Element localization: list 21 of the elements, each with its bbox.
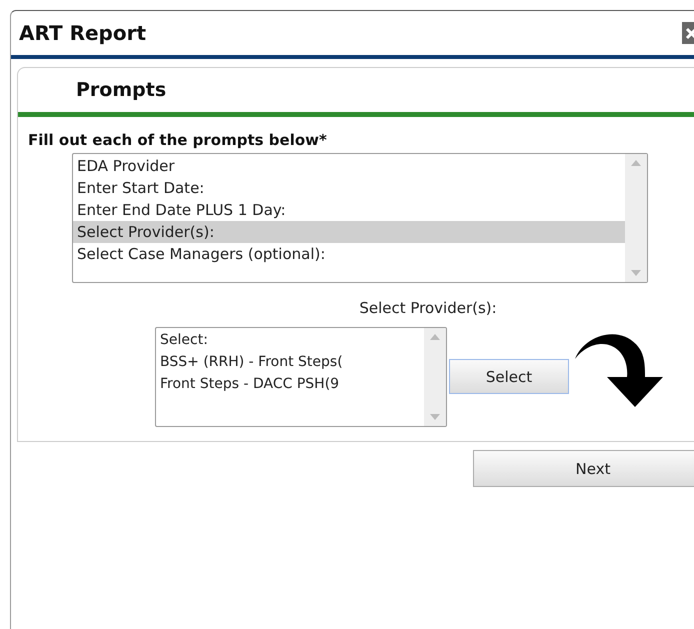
scroll-up-icon[interactable]	[631, 160, 641, 166]
prompt-option[interactable]: Enter End Date PLUS 1 Day:	[73, 199, 625, 221]
provider-option[interactable]: Select:	[156, 329, 424, 351]
instruction-text: Fill out each of the prompts below*	[28, 131, 328, 149]
next-button[interactable]: Next	[473, 450, 694, 487]
scroll-down-icon[interactable]	[631, 270, 641, 276]
provider-option[interactable]: BSS+ (RRH) - Front Steps(	[156, 351, 424, 373]
provider-label: Select Provider(s):	[358, 299, 498, 317]
prompt-option[interactable]: EDA Provider	[73, 155, 625, 177]
scroll-down-icon[interactable]	[430, 414, 440, 420]
prompt-option[interactable]: Select Case Managers (optional):	[73, 243, 625, 265]
prompt-option[interactable]: Select Provider(s):	[73, 221, 625, 243]
select-button[interactable]: Select	[449, 359, 569, 394]
prompts-listbox[interactable]: EDA Provider Enter Start Date: Enter End Date PLUS 1 Day: Select Provider(s): Select Case Managers (optional):	[72, 153, 648, 283]
prompt-option[interactable]: Enter Start Date:	[73, 177, 625, 199]
close-icon[interactable]	[682, 22, 694, 44]
window-title: ART Report	[19, 21, 146, 45]
panel-title: Prompts	[76, 79, 166, 101]
scroll-up-icon[interactable]	[430, 334, 440, 340]
provider-option[interactable]: Front Steps - DACC PSH(9	[156, 373, 424, 395]
provider-listbox[interactable]: Select: BSS+ (RRH) - Front Steps( Front Steps - DACC PSH(9	[155, 327, 447, 427]
